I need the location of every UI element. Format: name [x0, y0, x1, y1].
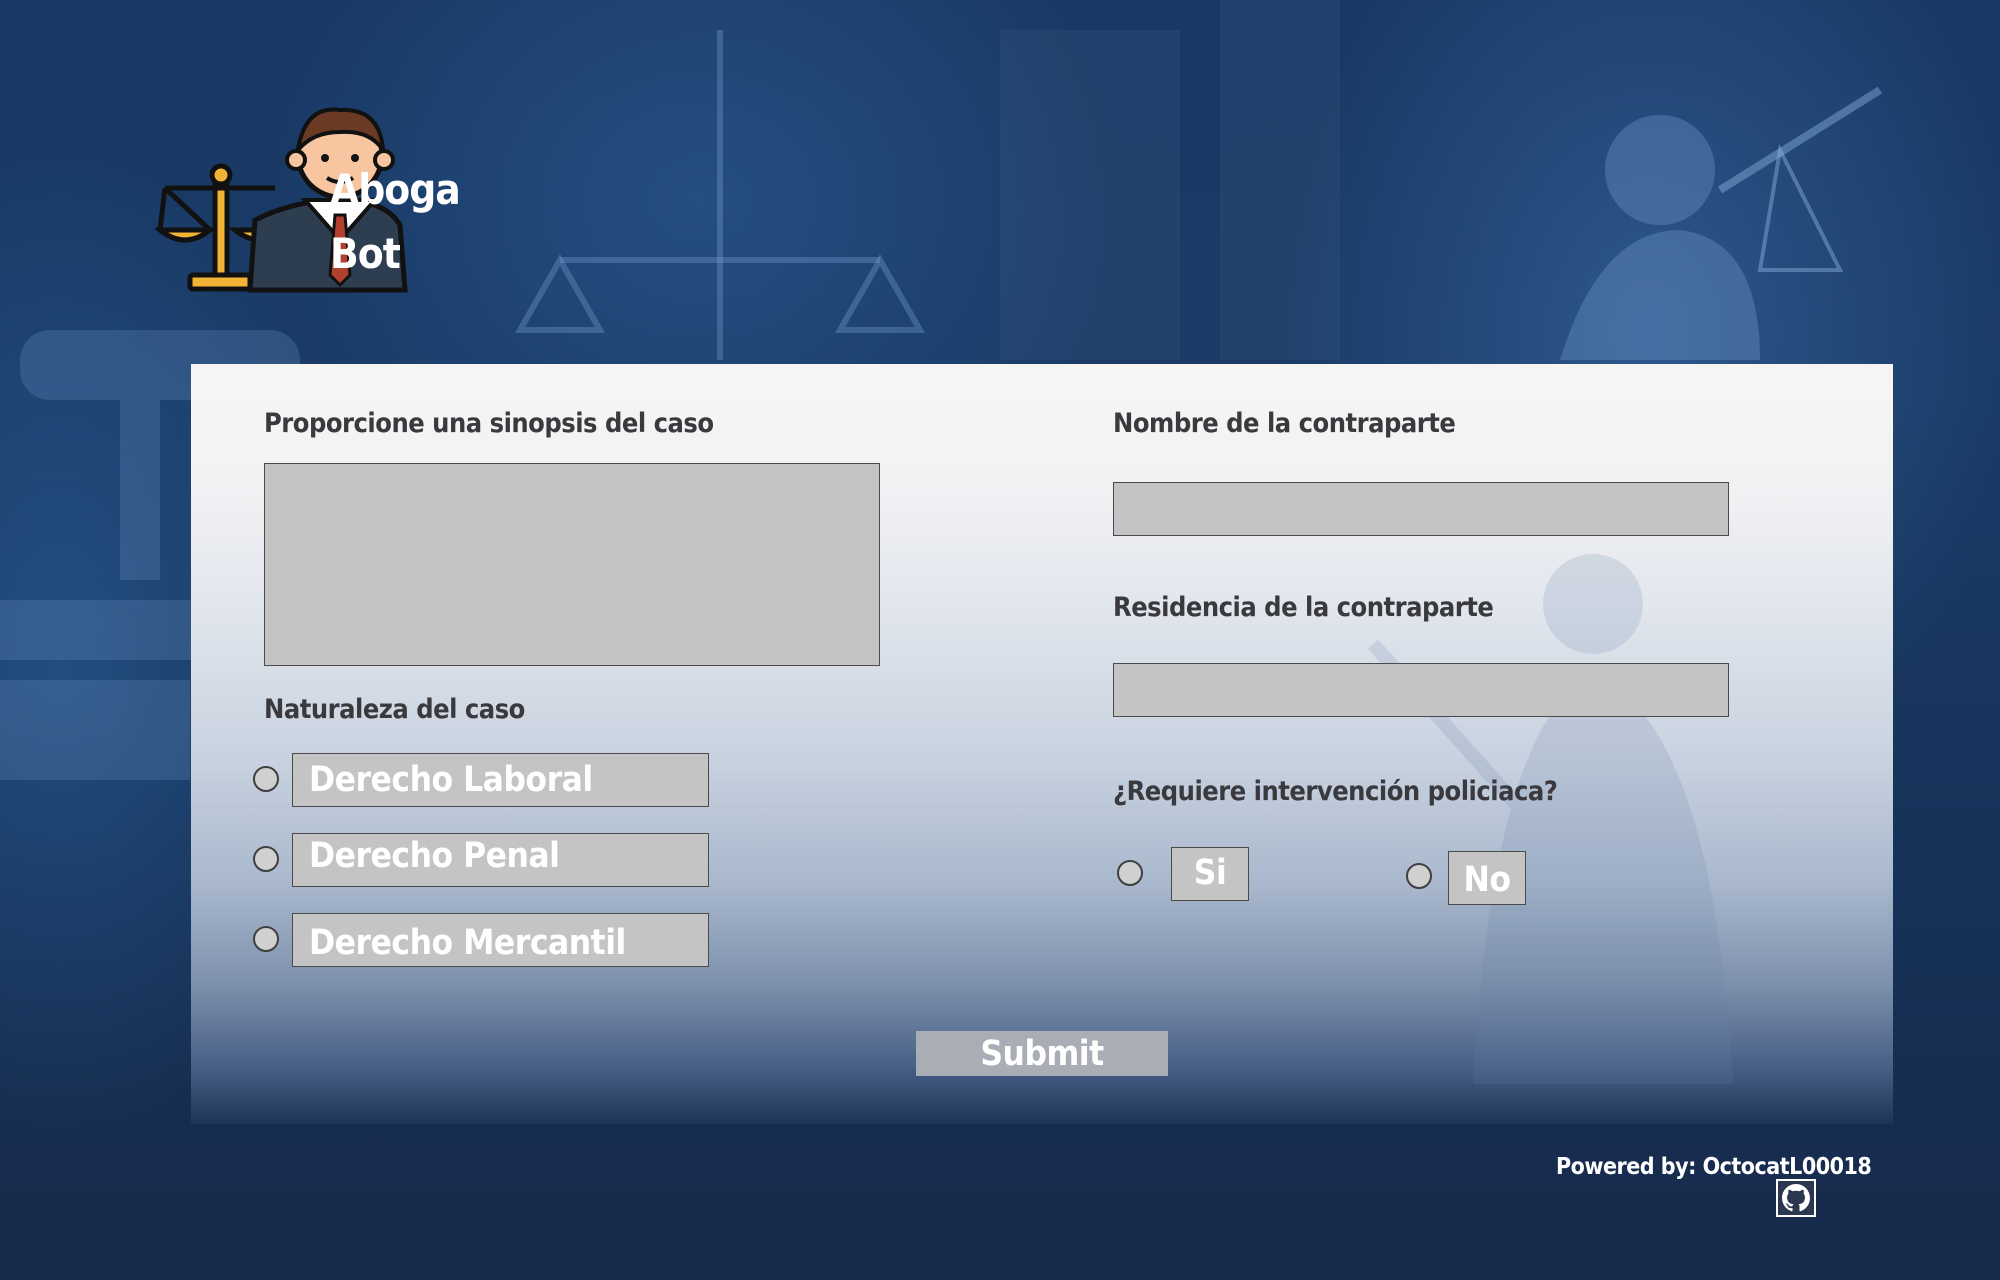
github-logo-icon	[1782, 1184, 1810, 1212]
option-police-no[interactable]: No	[1448, 851, 1526, 905]
police-intervention-label: ¿Requiere intervención policiaca?	[1113, 776, 1558, 807]
synopsis-textarea[interactable]	[264, 463, 880, 666]
option-derecho-penal[interactable]: Derecho Penal	[292, 833, 709, 887]
counterpart-residence-label: Residencia de la contraparte	[1113, 592, 1494, 623]
radio-police-si[interactable]	[1117, 860, 1143, 886]
submit-button[interactable]: Submit	[916, 1031, 1168, 1076]
synopsis-label: Proporcione una sinopsis del caso	[264, 408, 714, 439]
radio-derecho-mercantil[interactable]	[253, 926, 279, 952]
option-police-si[interactable]: Si	[1171, 847, 1249, 901]
powered-by-text: Powered by: OctocatL00018	[1556, 1154, 1872, 1180]
brand-line-1: Aboga	[330, 165, 461, 214]
counterpart-name-label: Nombre de la contraparte	[1113, 408, 1456, 439]
option-derecho-mercantil[interactable]: Derecho Mercantil	[292, 913, 709, 967]
case-nature-label: Naturaleza del caso	[264, 694, 525, 725]
github-icon[interactable]	[1776, 1179, 1816, 1217]
counterpart-name-input[interactable]	[1113, 482, 1729, 536]
brand-line-2: Bot	[330, 229, 401, 278]
radio-derecho-penal[interactable]	[253, 846, 279, 872]
counterpart-residence-input[interactable]	[1113, 663, 1729, 717]
radio-police-no[interactable]	[1406, 863, 1432, 889]
option-derecho-laboral[interactable]: Derecho Laboral	[292, 753, 709, 807]
brand-name: Aboga Bot	[330, 158, 461, 286]
radio-derecho-laboral[interactable]	[253, 766, 279, 792]
case-form: Proporcione una sinopsis del caso Natura…	[191, 364, 1893, 1124]
